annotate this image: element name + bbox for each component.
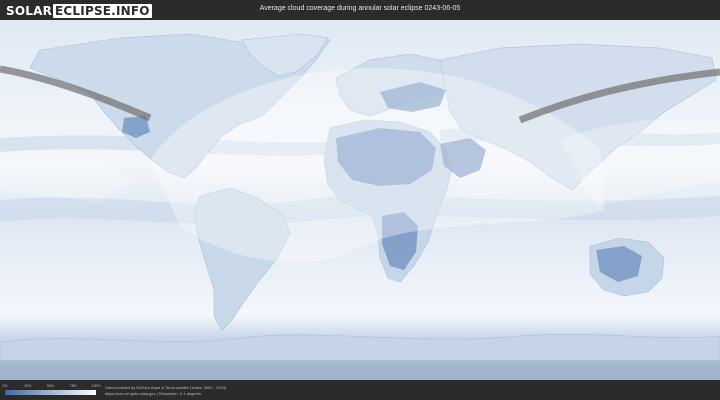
data-source-link[interactable]: https://neo.sci.gsfc.nasa.gov | Resoluti…: [105, 391, 201, 396]
footer-bar: 0% 25% 50% 75% 100% Data provided by NAS…: [0, 380, 720, 400]
world-map-svg: [0, 20, 720, 380]
colorbar-tick: 75%: [69, 384, 77, 388]
colorbar-tick: 100%: [91, 384, 101, 388]
data-credit-text: Data provided by NASA's Aqua & Terra sat…: [105, 385, 227, 390]
colorbar-tick: 25%: [24, 384, 32, 388]
page-title: Average cloud coverage during annular so…: [259, 5, 461, 12]
colorbar-ticks: 0% 25% 50% 75% 100%: [2, 384, 100, 389]
cloud-coverage-map: [0, 20, 720, 380]
colorbar-tick: 0%: [2, 384, 8, 388]
colorbar-tick: 50%: [46, 384, 55, 388]
cloud-coverage-colorbar: [5, 390, 96, 395]
header-bar: SOLAR ECLIPSE.INFO Average cloud coverag…: [0, 0, 720, 20]
polar-haze: [0, 360, 720, 380]
